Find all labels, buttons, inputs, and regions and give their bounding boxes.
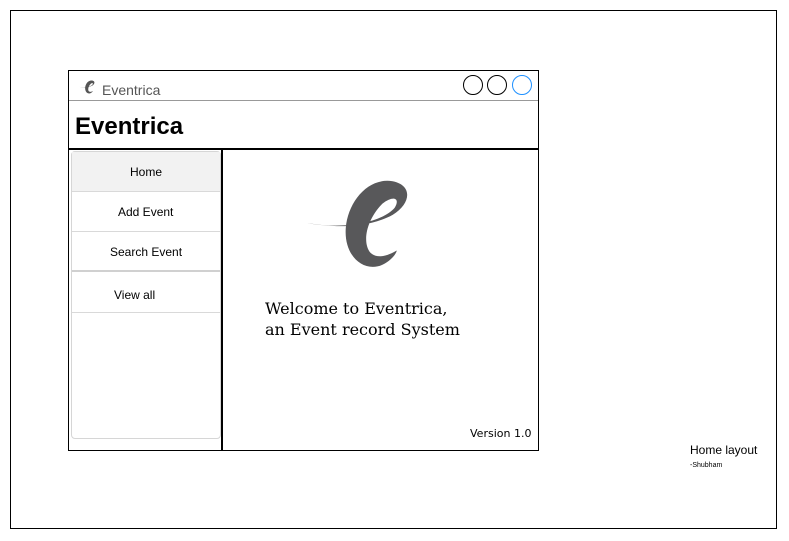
- main-content: Welcome to Eventrica, an Event record Sy…: [225, 150, 538, 450]
- sidebar-item-view-all[interactable]: View all: [72, 273, 220, 313]
- app-window: Eventrica Eventrica Home Add Event Searc…: [68, 70, 539, 451]
- eventrica-e-logo-icon: [307, 180, 408, 267]
- sidebar-item-add-event[interactable]: Add Event: [72, 192, 220, 232]
- sidebar-item-label: Add Event: [118, 205, 174, 219]
- title-bar: Eventrica: [69, 71, 538, 101]
- welcome-line-1: Welcome to Eventrica,: [265, 299, 448, 318]
- sidebar-item-search-event[interactable]: Search Event: [72, 232, 220, 272]
- sidebar-item-home[interactable]: Home: [72, 152, 220, 192]
- version-label: Version 1.0: [470, 427, 532, 440]
- layout-caption-title: Home layout: [690, 443, 758, 457]
- eventrica-logo-icon: [79, 80, 95, 94]
- sidebar-item-label: Search Event: [110, 245, 183, 259]
- layout-caption-author: -Shubham: [690, 462, 723, 469]
- welcome-line-2: an Event record System: [265, 320, 460, 339]
- sidebar: Home Add Event Search Event View all: [69, 150, 223, 450]
- welcome-message: Welcome to Eventrica, an Event record Sy…: [265, 298, 460, 340]
- close-button[interactable]: [512, 75, 532, 95]
- app-title: Eventrica: [75, 113, 184, 140]
- app-header: Eventrica: [69, 101, 538, 150]
- sidebar-item-label: View all: [114, 288, 156, 302]
- maximize-button[interactable]: [487, 75, 507, 95]
- nav-panel: Home Add Event Search Event View all: [71, 151, 221, 439]
- window-title: Eventrica: [102, 82, 161, 98]
- sidebar-item-label: Home: [130, 165, 163, 179]
- minimize-button[interactable]: [463, 75, 483, 95]
